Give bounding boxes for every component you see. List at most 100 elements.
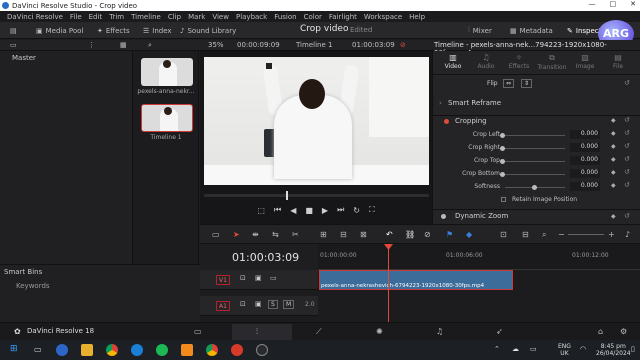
flag-icon[interactable]: ⚑ bbox=[446, 230, 453, 239]
crop-bottom-knob[interactable] bbox=[500, 172, 505, 177]
timeline-selector[interactable]: Timeline 1 bbox=[296, 41, 332, 49]
dynamic-zoom-enable-icon[interactable] bbox=[441, 214, 446, 219]
task-view-icon[interactable]: ▭ bbox=[34, 345, 42, 354]
crop-right-slider[interactable] bbox=[505, 148, 565, 149]
menu-fairlight[interactable]: Fairlight bbox=[329, 13, 357, 21]
crop-left-slider[interactable] bbox=[505, 135, 565, 136]
edge-icon[interactable] bbox=[131, 344, 143, 356]
clip-thumbnail-timeline[interactable] bbox=[141, 104, 193, 132]
dynamic-zoom-keyframe-icon[interactable]: ◆ bbox=[611, 213, 616, 220]
davinci-resolve-task-icon[interactable] bbox=[256, 344, 268, 356]
wifi-icon[interactable]: ◠ bbox=[580, 345, 586, 353]
network-icon[interactable]: ▭ bbox=[530, 345, 537, 353]
menu-edit[interactable]: Edit bbox=[89, 13, 103, 21]
notification-icon[interactable]: ▯ bbox=[631, 345, 635, 353]
track-visibility-icon[interactable]: ▭ bbox=[270, 274, 277, 282]
keywords-bin[interactable]: Keywords bbox=[16, 282, 50, 290]
video-frame[interactable] bbox=[204, 57, 429, 185]
language-indicator[interactable]: ENG UK bbox=[558, 343, 571, 357]
snapping-icon[interactable]: ↶ bbox=[386, 230, 393, 239]
master-bin[interactable]: Master bbox=[0, 51, 132, 65]
home-icon[interactable]: ⌂ bbox=[598, 327, 603, 336]
a1-track-tag[interactable]: A1 bbox=[216, 301, 230, 311]
zoom-in-icon[interactable]: + bbox=[608, 230, 615, 239]
maximize-button[interactable]: □ bbox=[610, 0, 617, 8]
chrome-icon[interactable] bbox=[106, 344, 118, 356]
crop-left-keyframe-icon[interactable]: ◆ bbox=[611, 130, 616, 137]
clip-thumbnail-video[interactable] bbox=[141, 58, 193, 86]
list-view-icon[interactable]: ⋮ bbox=[88, 41, 95, 49]
v1-track-tag[interactable]: V1 bbox=[216, 275, 230, 285]
tab-transition[interactable]: ⧉ Transition bbox=[536, 53, 568, 71]
page-deliver-icon[interactable]: ➶ bbox=[496, 327, 503, 336]
zoom-custom-icon[interactable]: ⌕ bbox=[542, 230, 546, 240]
crop-right-keyframe-icon[interactable]: ◆ bbox=[611, 143, 616, 150]
zoom-slider[interactable] bbox=[568, 234, 604, 235]
softness-knob[interactable] bbox=[532, 185, 537, 190]
dynamic-zoom-section[interactable]: Dynamic Zoom ◆ ↺ bbox=[433, 209, 640, 223]
panel-toggle-icon[interactable]: ▭ bbox=[10, 41, 17, 49]
menu-trim[interactable]: Trim bbox=[109, 13, 124, 21]
flip-vertical-button[interactable]: ⇕ bbox=[521, 79, 533, 88]
crop-bottom-keyframe-icon[interactable]: ◆ bbox=[611, 169, 616, 176]
menu-help[interactable]: Help bbox=[409, 13, 425, 21]
loop-icon[interactable]: ↻ bbox=[353, 206, 360, 215]
selection-tool-icon[interactable]: ➤ bbox=[233, 230, 240, 239]
dynamic-zoom-reset-icon[interactable]: ↺ bbox=[624, 212, 630, 220]
speaker-icon[interactable]: ♪ bbox=[625, 230, 630, 239]
crop-top-keyframe-icon[interactable]: ◆ bbox=[611, 156, 616, 163]
chrome-profile-icon[interactable] bbox=[206, 344, 218, 356]
search-icon[interactable]: ⌕ bbox=[148, 41, 152, 50]
menu-mark[interactable]: Mark bbox=[188, 13, 205, 21]
tab-effects[interactable]: ✧ Effects bbox=[503, 53, 535, 70]
tab-file[interactable]: ▤ File bbox=[602, 53, 634, 70]
blade-tool-icon[interactable]: ✂ bbox=[292, 230, 299, 239]
page-color-icon[interactable]: ✺ bbox=[376, 327, 383, 336]
track-lock-icon[interactable]: ⊡ bbox=[240, 274, 246, 282]
crop-right-knob[interactable] bbox=[500, 146, 505, 151]
go-to-start-icon[interactable]: ⏮ bbox=[274, 205, 281, 215]
enable-dot-icon[interactable] bbox=[444, 119, 449, 124]
layout-icon[interactable]: ▤ bbox=[10, 25, 17, 36]
crop-left-value[interactable]: 0.000 bbox=[570, 130, 600, 139]
menu-file[interactable]: File bbox=[70, 13, 82, 21]
crop-bottom-slider[interactable] bbox=[505, 174, 565, 175]
viewer-mode-icon[interactable]: ⬚ bbox=[257, 206, 265, 215]
zoom-detail-icon[interactable]: ⊟ bbox=[522, 230, 529, 239]
page-fusion-icon[interactable]: ⟋ bbox=[316, 327, 322, 337]
close-button[interactable]: ✕ bbox=[630, 0, 636, 8]
settings-icon[interactable]: ⚙ bbox=[620, 327, 627, 336]
crop-right-value[interactable]: 0.000 bbox=[570, 143, 600, 152]
vlc-icon[interactable] bbox=[181, 344, 193, 356]
linked-selection-icon[interactable]: ⛓ bbox=[405, 230, 415, 239]
position-lock-icon[interactable]: ⊘ bbox=[424, 230, 431, 239]
crop-top-reset-icon[interactable]: ↺ bbox=[624, 155, 630, 163]
timeline-layout-icon[interactable]: ▭ bbox=[212, 230, 220, 239]
menu-workspace[interactable]: Workspace bbox=[364, 13, 402, 21]
crop-bottom-value[interactable]: 0.000 bbox=[570, 169, 600, 178]
fullscreen-icon[interactable]: ⛶ bbox=[369, 205, 375, 215]
mute-button[interactable]: M bbox=[283, 300, 295, 309]
cloud-icon[interactable]: ☁ bbox=[512, 345, 519, 353]
recorder-icon[interactable] bbox=[231, 344, 243, 356]
crop-top-knob[interactable] bbox=[500, 159, 505, 164]
zoom-out-icon[interactable]: − bbox=[558, 230, 565, 239]
menu-color[interactable]: Color bbox=[304, 13, 322, 21]
timeline-ruler[interactable]: 01:00:00:00 01:00:06:00 01:00:12:00 bbox=[318, 244, 640, 270]
zoom-level[interactable]: 35% bbox=[208, 41, 224, 49]
crop-top-slider[interactable] bbox=[505, 161, 565, 162]
file-explorer-icon[interactable] bbox=[81, 344, 93, 356]
audio-auto-select-icon[interactable]: ▣ bbox=[255, 300, 262, 308]
tab-video[interactable]: ▥ Video bbox=[437, 53, 469, 70]
crop-left-knob[interactable] bbox=[500, 133, 505, 138]
marker-icon[interactable]: ◆ bbox=[466, 230, 472, 239]
zoom-full-icon[interactable]: ⊡ bbox=[500, 230, 507, 239]
softness-value[interactable]: 0.000 bbox=[570, 182, 600, 191]
effects-button[interactable]: ✦ Effects bbox=[97, 25, 130, 36]
menu-view[interactable]: View bbox=[212, 13, 229, 21]
spotify-icon[interactable] bbox=[156, 344, 168, 356]
minimize-button[interactable]: — bbox=[589, 0, 596, 8]
replace-clip-icon[interactable]: ⊠ bbox=[360, 230, 367, 239]
flip-horizontal-button[interactable]: ⇔ bbox=[503, 79, 515, 88]
viewer-scrubber[interactable] bbox=[204, 191, 429, 200]
